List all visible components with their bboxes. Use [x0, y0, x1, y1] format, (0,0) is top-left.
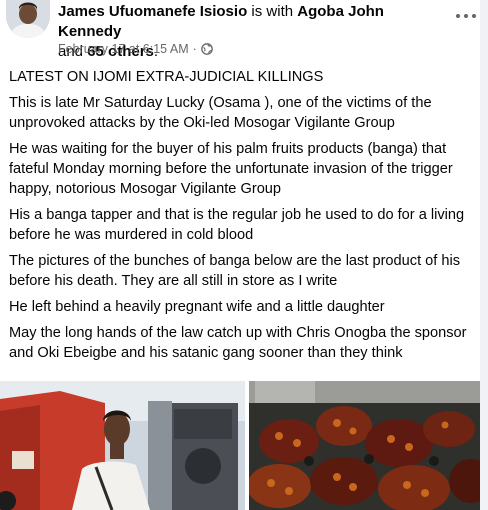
post-meta: February 17 at 6:15 AM · [58, 41, 213, 57]
photo-palm-fruits[interactable] [249, 381, 480, 510]
more-dot [464, 14, 468, 18]
timestamp-link[interactable]: February 17 at 6:15 AM [58, 41, 189, 57]
post-paragraph: He left behind a heavily pregnant wife a… [9, 299, 385, 315]
with-text: is with [251, 3, 294, 20]
more-options-icon[interactable] [454, 6, 478, 26]
post-paragraph: This is late Mr Saturday Lucky (Osama ),… [9, 95, 432, 131]
photo-grid [0, 381, 488, 510]
post-text: LATEST ON IJOMI EXTRA-JUDICIAL KILLINGS … [9, 67, 481, 369]
more-dot [472, 14, 476, 18]
meta-separator: · [192, 42, 197, 56]
more-dot [456, 14, 460, 18]
author-avatar[interactable] [6, 0, 50, 38]
globe-icon[interactable] [200, 43, 213, 55]
author-name-link[interactable]: James Ufuomanefe Isiosio [58, 3, 247, 20]
post-paragraph: His a banga tapper and that is the regul… [9, 207, 465, 243]
post-paragraph: The pictures of the bunches of banga bel… [9, 253, 461, 289]
post-paragraph: He was waiting for the buyer of his palm… [9, 141, 453, 197]
post-paragraph: May the long hands of the law catch up w… [9, 325, 467, 361]
photo-victim[interactable] [0, 381, 245, 510]
post-header: James Ufuomanefe Isiosio is with Agoba J… [0, 0, 488, 62]
post-paragraph: LATEST ON IJOMI EXTRA-JUDICIAL KILLINGS [9, 69, 324, 85]
scrollbar[interactable] [480, 0, 488, 510]
